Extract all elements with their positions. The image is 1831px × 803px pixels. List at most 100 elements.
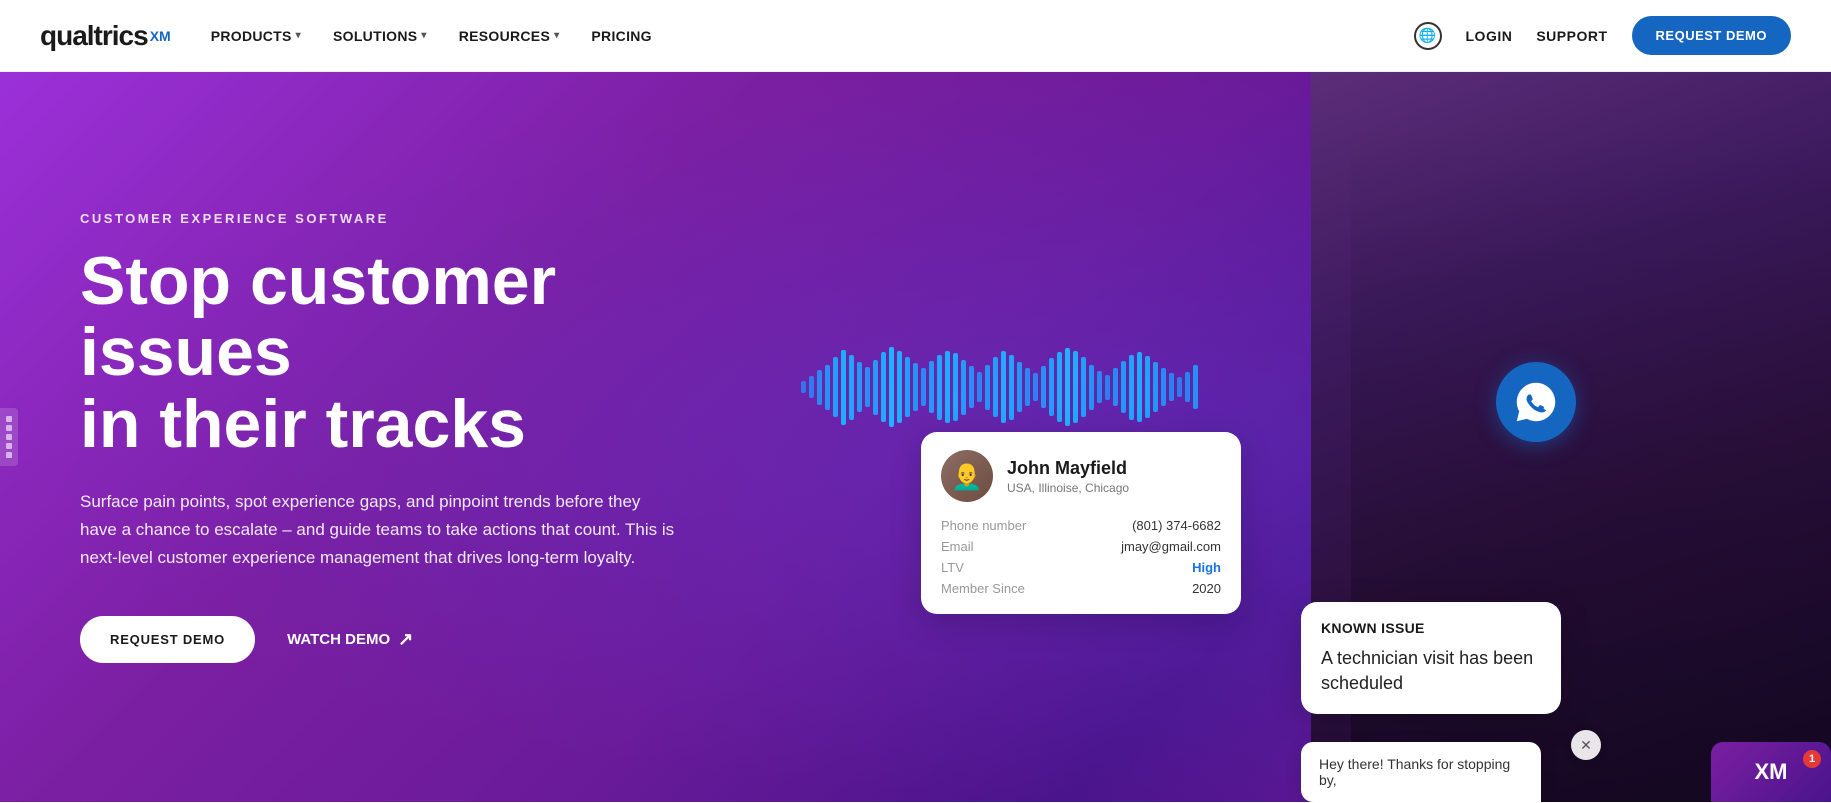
sound-wave-visualization xyxy=(801,342,1251,432)
chat-badge: 1 xyxy=(1803,750,1821,768)
nav-pricing[interactable]: PRICING xyxy=(591,28,651,44)
navbar-right: 🌐 LOGIN SUPPORT REQUEST DEMO xyxy=(1414,16,1792,55)
customer-info: John Mayfield USA, Illinoise, Chicago xyxy=(1007,458,1129,495)
wave-bar xyxy=(953,353,958,421)
wave-bar xyxy=(825,365,830,410)
wave-bar xyxy=(881,352,886,422)
nav-solutions[interactable]: SOLUTIONS ▾ xyxy=(333,28,427,44)
known-issue-title: KNOWN ISSUE xyxy=(1321,620,1541,636)
wave-bar xyxy=(985,365,990,410)
wave-bar xyxy=(865,367,870,407)
login-button[interactable]: LOGIN xyxy=(1466,28,1513,44)
chevron-down-icon: ▾ xyxy=(421,30,426,41)
logo-text: qualtrics xyxy=(40,20,148,52)
wave-bar xyxy=(1177,377,1182,397)
scroll-dot xyxy=(6,434,12,440)
scroll-dot xyxy=(6,416,12,422)
field-member-since: Member Since 2020 xyxy=(941,581,1221,596)
hero-subtitle: Surface pain points, spot experience gap… xyxy=(80,488,680,572)
wave-bar xyxy=(1057,352,1062,422)
wave-bar xyxy=(1033,373,1038,401)
avatar: 👨‍🦲 xyxy=(941,450,993,502)
wave-bar xyxy=(1105,375,1110,400)
wave-bar xyxy=(1041,366,1046,408)
wave-bar xyxy=(833,357,838,417)
arrow-icon: ↗ xyxy=(398,629,413,650)
logo[interactable]: qualtricsXM xyxy=(40,20,171,52)
field-phone: Phone number (801) 374-6682 xyxy=(941,518,1221,533)
hero-content: CUSTOMER EXPERIENCE SOFTWARE Stop custom… xyxy=(0,151,760,723)
logo-xm: XM xyxy=(150,28,171,44)
wave-bar xyxy=(841,350,846,425)
known-issue-card: KNOWN ISSUE A technician visit has been … xyxy=(1301,602,1561,714)
customer-fields: Phone number (801) 374-6682 Email jmay@g… xyxy=(941,518,1221,596)
globe-icon[interactable]: 🌐 xyxy=(1414,22,1442,50)
chevron-down-icon: ▾ xyxy=(554,30,559,41)
nav-resources[interactable]: RESOURCES ▾ xyxy=(459,28,560,44)
hero-eyebrow: CUSTOMER EXPERIENCE SOFTWARE xyxy=(80,211,680,226)
wave-bar xyxy=(1161,368,1166,406)
hero-request-demo-button[interactable]: REQUEST DEMO xyxy=(80,616,255,663)
support-button[interactable]: SUPPORT xyxy=(1536,28,1607,44)
wave-bar xyxy=(857,362,862,412)
scroll-dot xyxy=(6,425,12,431)
wave-bar xyxy=(1049,358,1054,416)
customer-name: John Mayfield xyxy=(1007,458,1129,479)
hero-watch-demo-link[interactable]: WATCH DEMO ↗ xyxy=(287,629,413,650)
request-demo-nav-button[interactable]: REQUEST DEMO xyxy=(1632,16,1791,55)
field-ltv: LTV High xyxy=(941,560,1221,575)
scroll-dot xyxy=(6,443,12,449)
wave-bar xyxy=(1001,351,1006,423)
wave-bar xyxy=(809,376,814,398)
wave-bar xyxy=(817,370,822,405)
wave-bar xyxy=(1089,365,1094,410)
wave-bar xyxy=(1185,372,1190,402)
wave-bar xyxy=(1009,355,1014,420)
wave-bar xyxy=(1169,373,1174,401)
phone-icon-bubble xyxy=(1496,362,1576,442)
nav-products[interactable]: PRODUCTS ▾ xyxy=(211,28,301,44)
hero-section: CUSTOMER EXPERIENCE SOFTWARE Stop custom… xyxy=(0,72,1831,802)
wave-bar xyxy=(937,355,942,420)
wave-bar xyxy=(1017,362,1022,412)
hero-title: Stop customer issues in their tracks xyxy=(80,246,680,460)
chat-widget[interactable]: XM 1 xyxy=(1711,742,1831,802)
wave-bar xyxy=(969,366,974,408)
wave-bar xyxy=(1025,368,1030,406)
wave-bar xyxy=(889,347,894,427)
wave-bar xyxy=(801,381,806,393)
customer-profile-card: 👨‍🦲 John Mayfield USA, Illinoise, Chicag… xyxy=(921,432,1241,614)
navbar: qualtricsXM PRODUCTS ▾ SOLUTIONS ▾ RESOU… xyxy=(0,0,1831,72)
wave-bar xyxy=(993,357,998,417)
wave-bar xyxy=(921,368,926,406)
known-issue-text: A technician visit has been scheduled xyxy=(1321,646,1541,696)
wave-bar xyxy=(1193,365,1198,409)
wave-bar xyxy=(977,372,982,402)
wave-bar xyxy=(873,360,878,415)
chat-bubble: Hey there! Thanks for stopping by, xyxy=(1301,742,1541,802)
chevron-down-icon: ▾ xyxy=(296,30,301,41)
hero-visual: 👨‍🦲 John Mayfield USA, Illinoise, Chicag… xyxy=(731,72,1831,802)
nav-links: PRODUCTS ▾ SOLUTIONS ▾ RESOURCES ▾ PRICI… xyxy=(211,28,652,44)
wave-bar xyxy=(1137,352,1142,422)
chat-close-button[interactable]: ✕ xyxy=(1571,730,1601,760)
field-email: Email jmay@gmail.com xyxy=(941,539,1221,554)
chat-widget-label: XM xyxy=(1755,759,1788,785)
navbar-left: qualtricsXM PRODUCTS ▾ SOLUTIONS ▾ RESOU… xyxy=(40,20,652,52)
wave-bar xyxy=(1073,351,1078,423)
wave-bar xyxy=(929,361,934,413)
scroll-indicator xyxy=(0,408,18,466)
wave-bar xyxy=(1065,348,1070,426)
wave-bar xyxy=(905,357,910,417)
hero-buttons: REQUEST DEMO WATCH DEMO ↗ xyxy=(80,616,680,663)
whatsapp-icon xyxy=(1514,380,1558,424)
wave-bar xyxy=(1145,356,1150,418)
wave-bar xyxy=(913,363,918,411)
wave-bar xyxy=(961,360,966,415)
wave-bar xyxy=(1081,357,1086,417)
wave-bar xyxy=(897,351,902,423)
wave-bar xyxy=(1129,355,1134,420)
scroll-dot xyxy=(6,452,12,458)
wave-bar xyxy=(945,351,950,423)
wave-bar xyxy=(1121,361,1126,413)
